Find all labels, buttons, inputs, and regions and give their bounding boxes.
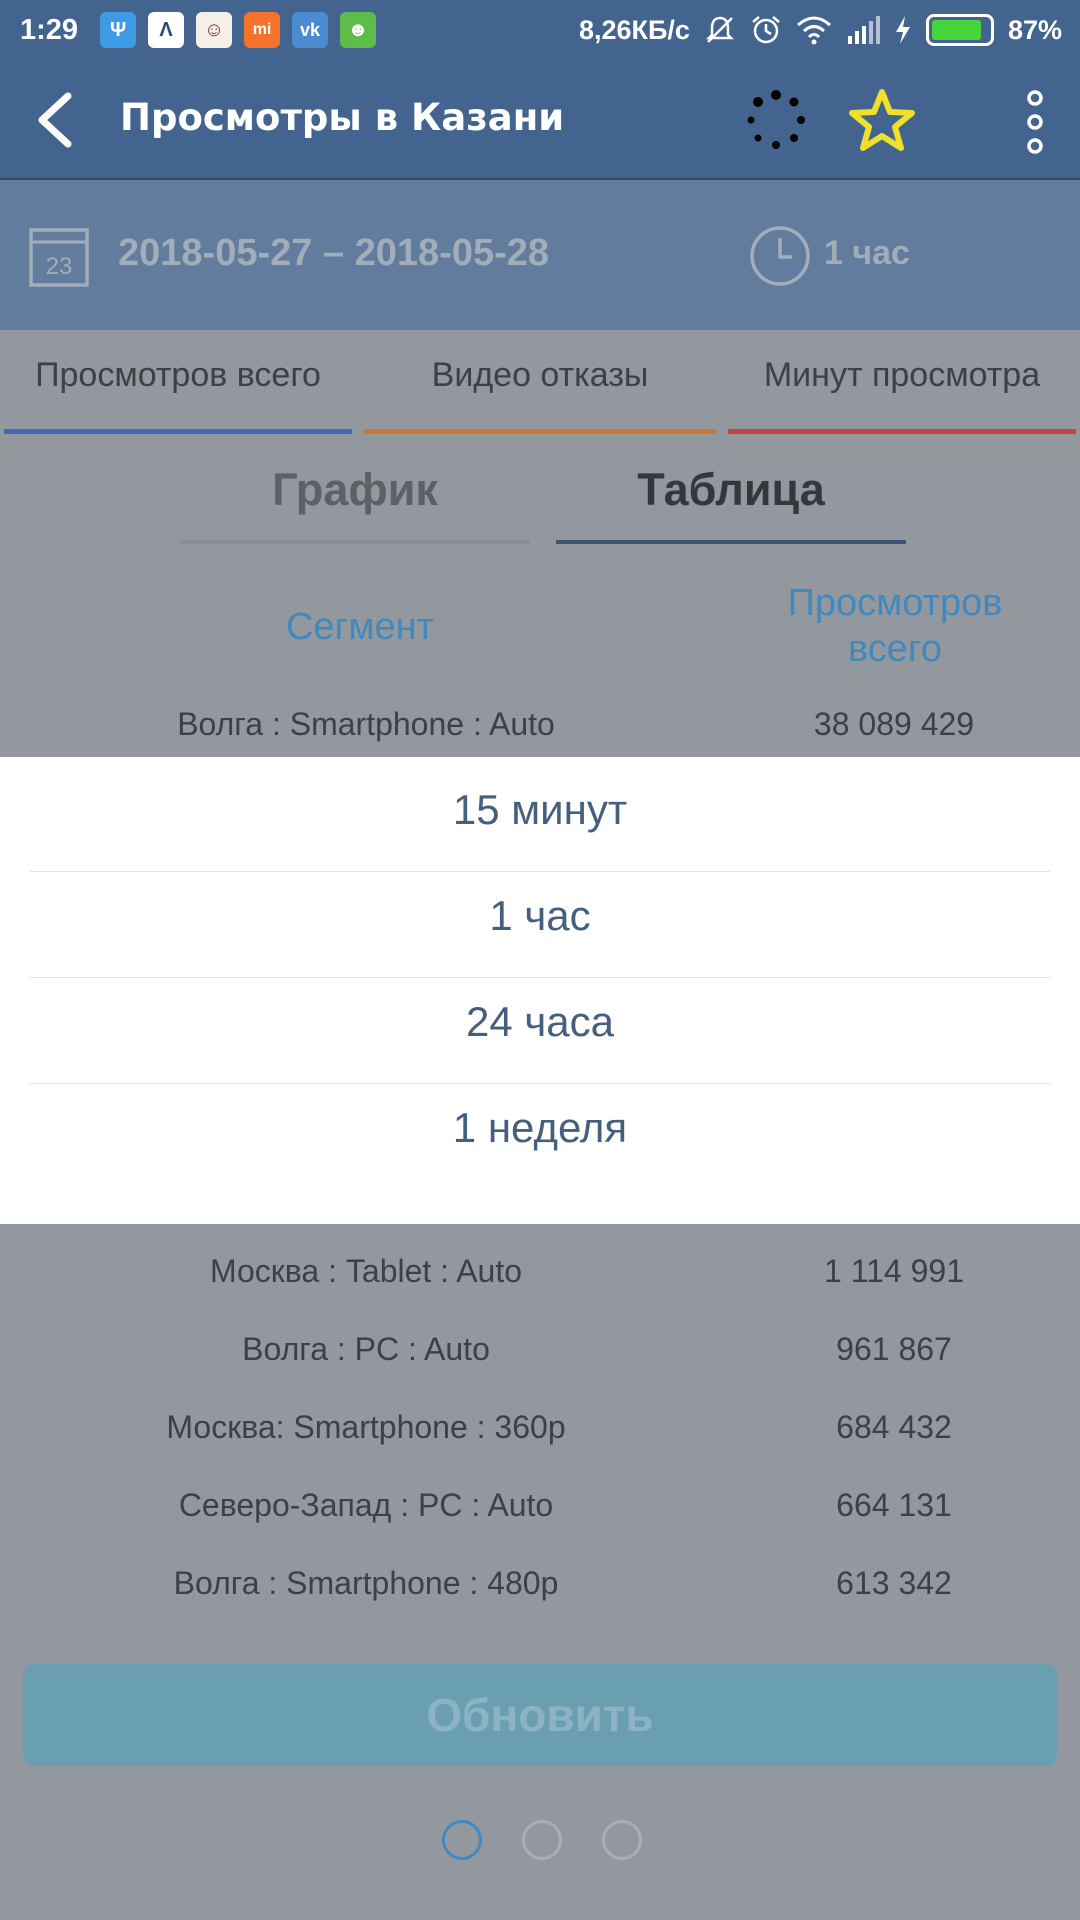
usb-icon: Ψ: [100, 12, 137, 48]
android-icon: ☻: [340, 12, 377, 48]
interval-option-24hours[interactable]: 24 часа: [30, 969, 1050, 1075]
tab-chart[interactable]: График: [180, 464, 530, 544]
page-dot-3[interactable]: [602, 1820, 642, 1860]
calendar-icon[interactable]: 23: [28, 224, 90, 288]
table-row[interactable]: Северо-Запад : PC : Auto 664 131: [0, 1475, 1080, 1535]
page-dot-1[interactable]: [442, 1820, 482, 1860]
row-value: 684 432: [836, 1409, 952, 1445]
tab-total-views[interactable]: Просмотров всего: [0, 330, 356, 434]
more-options-icon[interactable]: [1020, 88, 1050, 156]
arrow-up-icon: Λ: [148, 12, 185, 48]
tab-total-views-label: Просмотров всего: [35, 356, 321, 394]
interval-option-1week[interactable]: 1 неделя: [30, 1075, 1050, 1181]
alarm-icon: [752, 16, 780, 44]
table-row[interactable]: Москва : Tablet : Auto 1 114 991: [0, 1241, 1080, 1301]
table-row[interactable]: Москва: Smartphone : 360p 684 432: [0, 1397, 1080, 1457]
row-value: 1 114 991: [824, 1253, 964, 1289]
net-speed: 8,26КБ/с: [579, 14, 690, 45]
mi-icon: mi: [244, 12, 281, 48]
interval-option-1hour[interactable]: 1 час: [30, 863, 1050, 969]
metric-tabs: Просмотров всего Видео отказы Минут прос…: [0, 330, 1080, 434]
status-time: 1:29: [20, 13, 79, 46]
row-value: 613 342: [836, 1565, 952, 1601]
row-segment: Волга : PC : Auto: [242, 1331, 490, 1367]
row-segment: Москва: Smartphone : 360p: [166, 1409, 566, 1445]
date-filter-bar: 23 2018-05-27 – 2018-05-28 1 час: [0, 180, 1080, 330]
battery-icon: [925, 14, 994, 46]
row-segment: Москва : Tablet : Auto: [209, 1253, 523, 1289]
page-indicator: [0, 1814, 1080, 1862]
tab-watch-minutes[interactable]: Минут просмотра: [724, 330, 1080, 434]
segment-column-header[interactable]: Сегмент: [200, 604, 520, 650]
battery-percent: 87%: [1007, 14, 1062, 45]
clock-icon[interactable]: [748, 224, 812, 288]
tab-chart-label: График: [272, 464, 438, 515]
row-value: 664 131: [836, 1487, 952, 1523]
refresh-button[interactable]: Обновить: [23, 1664, 1057, 1766]
date-range[interactable]: 2018-05-27 – 2018-05-28: [118, 232, 549, 275]
table-row[interactable]: Волга : PC : Auto 961 867: [0, 1319, 1080, 1379]
tab-watch-minutes-label: Минут просмотра: [763, 356, 1041, 394]
table-row[interactable]: Волга : Smartphone : Auto 38 089 429: [0, 694, 1080, 754]
tab-table-label: Таблица: [637, 464, 825, 515]
charging-icon: [895, 16, 910, 44]
tab-video-rejects[interactable]: Видео отказы: [360, 330, 720, 434]
view-tabs: График Таблица: [0, 434, 1080, 544]
row-segment: Волга : Smartphone : 480p: [173, 1565, 559, 1601]
silent-icon: [705, 16, 734, 43]
loading-spinner-icon: [747, 90, 805, 149]
row-value: 38 089 429: [813, 706, 975, 742]
tab-table[interactable]: Таблица: [556, 464, 906, 544]
interval-selector[interactable]: 1 час: [824, 234, 910, 273]
page-title: Просмотры в Казани: [120, 96, 565, 139]
data-table: Сегмент Просмотров всего Волга : Smartph…: [0, 544, 1080, 1920]
status-bar: 1:29 Ψ Λ ☺ mi vk ☻ 8,26КБ/с 87%: [0, 0, 1080, 60]
views-header-line2: всего: [847, 628, 943, 670]
views-header-line1: Просмотров: [787, 582, 1003, 624]
app-bar: Просмотры в Казани: [0, 60, 1080, 180]
back-icon[interactable]: [28, 88, 88, 152]
row-value: 961 867: [836, 1331, 952, 1367]
interval-popup: 15 минут 1 час 24 часа 1 неделя: [0, 757, 1080, 1224]
table-row[interactable]: Волга : Smartphone : 480p 613 342: [0, 1553, 1080, 1613]
tab-video-rejects-label: Видео отказы: [431, 356, 649, 394]
row-segment: Волга : Smartphone : Auto: [177, 706, 555, 742]
vk-icon: vk: [292, 12, 329, 48]
favorite-star-icon[interactable]: [848, 88, 916, 152]
row-segment: Северо-Запад : PC : Auto: [178, 1487, 554, 1523]
views-column-header[interactable]: Просмотров всего: [730, 580, 1060, 672]
page-dot-2[interactable]: [522, 1820, 562, 1860]
interval-option-15min[interactable]: 15 минут: [30, 757, 1050, 863]
calendar-day: 23: [46, 253, 73, 280]
wifi-icon: [796, 16, 831, 45]
signal-icon: [847, 16, 880, 44]
app-face-icon: ☺: [196, 12, 233, 48]
